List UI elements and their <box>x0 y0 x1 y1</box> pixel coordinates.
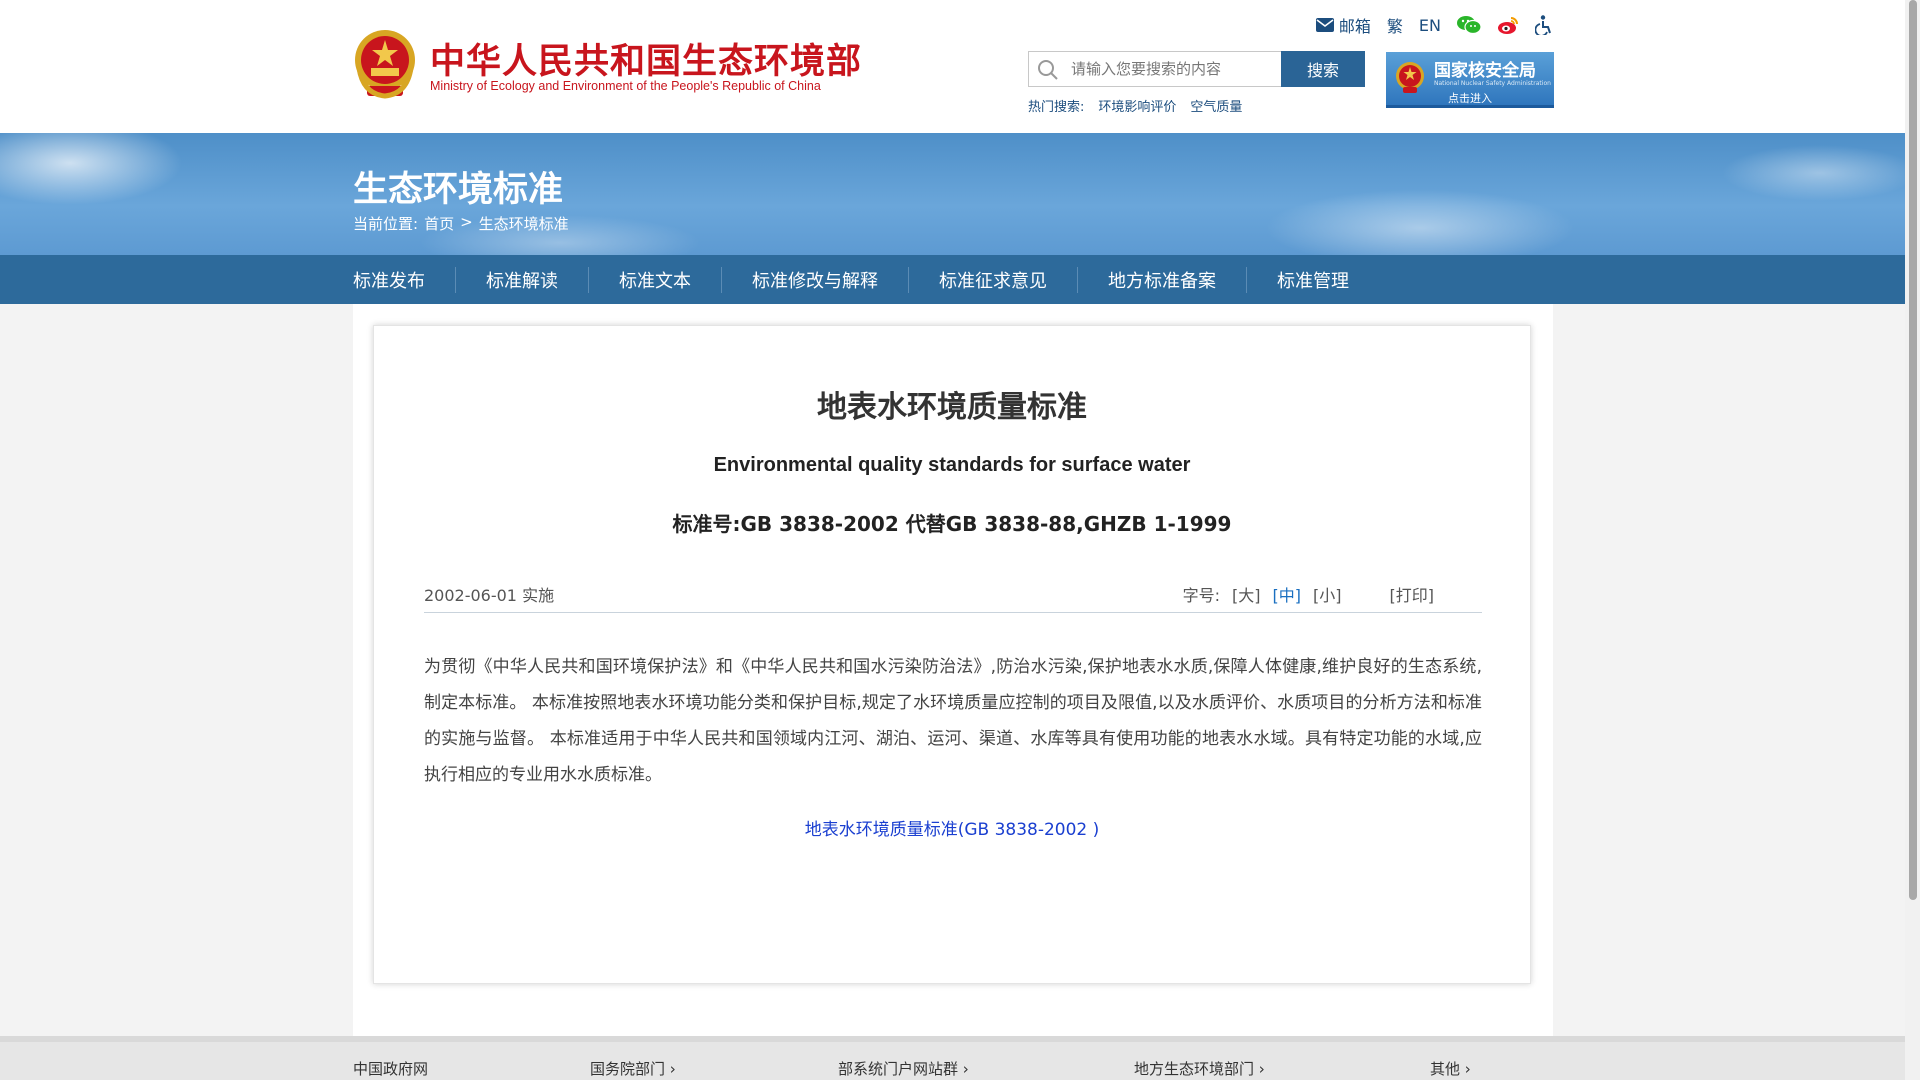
mail-label: 邮箱 <box>1338 17 1371 36</box>
wechat-icon[interactable] <box>1457 15 1481 35</box>
nav-item-standard-amendments[interactable]: 标准修改与解释 <box>752 267 878 293</box>
nnsa-title-cn: 国家核安全局 <box>1434 61 1536 81</box>
nav-item-standard-release[interactable]: 标准发布 <box>353 267 425 293</box>
font-medium-button[interactable]: [中] <box>1273 582 1302 606</box>
main-nav-bar: 标准发布 标准解读 标准文本 标准修改与解释 标准征求意见 地方标准备案 标准管… <box>0 255 1905 304</box>
mail-link[interactable]: 邮箱 <box>1315 13 1371 37</box>
nav-item-standard-comments[interactable]: 标准征求意见 <box>939 267 1047 293</box>
content-area: 地表水环境质量标准 Environmental quality standard… <box>353 304 1553 1036</box>
nav-item-standard-text[interactable]: 标准文本 <box>619 267 691 293</box>
nav-item-local-standards[interactable]: 地方标准备案 <box>1108 267 1216 293</box>
hot-search-label: 热门搜索: <box>1028 100 1085 115</box>
standard-number: 标准号:GB 3838-2002 代替GB 3838-88,GHZB 1-199… <box>672 512 1232 536</box>
scrollbar-thumb[interactable] <box>1909 0 1917 900</box>
hot-search-term[interactable]: 空气质量 <box>1190 96 1242 115</box>
font-size-label: 字号: <box>1182 586 1220 605</box>
mail-icon <box>1315 18 1334 32</box>
search-icon <box>1038 60 1058 80</box>
logo-title-en: Ministry of Ecology and Environment of t… <box>430 79 821 93</box>
footer-link-ministry-sites[interactable]: 部系统门户网站群 › <box>838 1058 969 1079</box>
main-nav: 标准发布 标准解读 标准文本 标准修改与解释 标准征求意见 地方标准备案 标准管… <box>353 255 1349 304</box>
breadcrumb: 当前位置: 首页 > 生态环境标准 <box>353 213 569 234</box>
footer-link-state-council[interactable]: 国务院部门 › <box>590 1058 676 1079</box>
document-title-en: Environmental quality standards for surf… <box>713 454 1191 476</box>
footer-link-gov[interactable]: 中国政府网 <box>353 1058 428 1079</box>
nnsa-title-en: National Nuclear Safety Administration <box>1434 80 1551 87</box>
nav-divider <box>1077 266 1078 293</box>
nnsa-enter-label: 点击进入 <box>1448 92 1492 105</box>
document-title: 地表水环境质量标准 <box>817 390 1087 425</box>
effective-date: 2002-06-01 实施 <box>424 586 555 605</box>
footer: 中国政府网 国务院部门 › 部系统门户网站群 › 地方生态环境部门 › 其他 › <box>0 1036 1905 1080</box>
hot-search-term[interactable]: 环境影响评价 <box>1098 96 1176 115</box>
font-size-controls: 字号: [大] [中] [小] [打印] <box>1183 582 1434 606</box>
traditional-chinese-link[interactable]: 繁 <box>1387 13 1403 37</box>
breadcrumb-current[interactable]: 生态环境标准 <box>479 213 569 234</box>
english-link[interactable]: EN <box>1419 16 1441 35</box>
section-banner: 生态环境标准 当前位置: 首页 > 生态环境标准 <box>0 133 1905 255</box>
nav-divider <box>1246 266 1247 293</box>
breadcrumb-prefix: 当前位置: <box>353 215 419 233</box>
document-meta: 2002-06-01 实施 字号: [大] [中] [小] [打印] <box>424 582 1482 613</box>
document-body: 为贯彻《中华人民共和国环境保护法》和《中华人民共和国水污染防治法》,防治水污染,… <box>424 657 1482 785</box>
page-scrollbar[interactable] <box>1905 0 1920 1080</box>
nav-divider <box>908 266 909 293</box>
breadcrumb-separator: > <box>460 213 473 231</box>
document-download-link[interactable]: 地表水环境质量标准(GB 3838-2002 ) <box>374 815 1530 840</box>
weibo-icon[interactable] <box>1497 15 1519 35</box>
nav-item-standard-management[interactable]: 标准管理 <box>1277 267 1349 293</box>
font-large-button[interactable]: [大] <box>1232 582 1261 606</box>
hot-search: 热门搜索: 环境影响评价 空气质量 <box>1028 96 1242 115</box>
nav-divider <box>721 266 722 293</box>
footer-link-local-departments[interactable]: 地方生态环境部门 › <box>1134 1058 1265 1079</box>
site-header: 中华人民共和国生态环境部 Ministry of Ecology and Env… <box>0 0 1905 133</box>
nav-divider <box>588 266 589 293</box>
footer-link-other[interactable]: 其他 › <box>1430 1058 1471 1079</box>
search-box: 搜索 <box>1028 51 1365 87</box>
font-small-button[interactable]: [小] <box>1313 582 1342 606</box>
accessibility-icon[interactable] <box>1535 15 1553 35</box>
nnsa-banner-link[interactable]: 国家核安全局 National Nuclear Safety Administr… <box>1386 52 1554 108</box>
nav-divider <box>455 266 456 293</box>
search-button[interactable]: 搜索 <box>1281 51 1365 87</box>
site-logo[interactable]: 中华人民共和国生态环境部 Ministry of Ecology and Env… <box>353 26 869 104</box>
national-emblem-icon <box>355 30 415 99</box>
search-input[interactable] <box>1071 52 1311 86</box>
breadcrumb-home[interactable]: 首页 <box>424 213 454 234</box>
nav-item-standard-interpretation[interactable]: 标准解读 <box>486 267 558 293</box>
print-button[interactable]: [打印] <box>1390 582 1435 606</box>
top-links: 邮箱 繁 EN <box>1315 12 1553 38</box>
section-title: 生态环境标准 <box>353 170 564 210</box>
logo-title-cn: 中华人民共和国生态环境部 <box>430 42 863 82</box>
document-card: 地表水环境质量标准 Environmental quality standard… <box>373 325 1531 984</box>
